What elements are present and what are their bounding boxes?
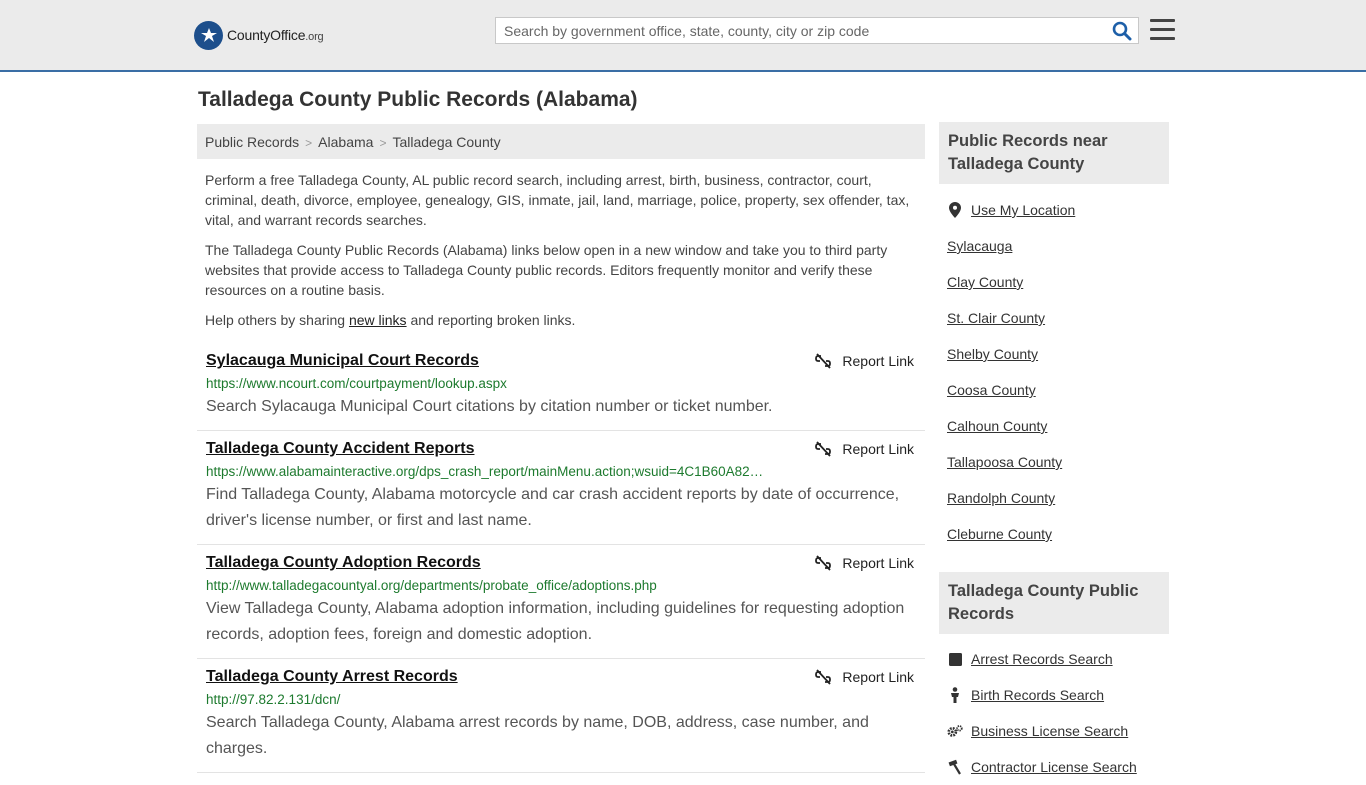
sidebar-item-nearby[interactable]: Coosa County: [947, 372, 1172, 408]
sidebar-item-birth[interactable]: Birth Records Search: [947, 677, 1172, 713]
breadcrumb: Public Records > Alabama > Talladega County: [197, 124, 925, 159]
breadcrumb-current: Talladega County: [392, 134, 501, 150]
sidebar-item-nearby[interactable]: Cleburne County: [947, 516, 1172, 552]
record-title-link[interactable]: Sylacauga Municipal Court Records: [206, 351, 917, 371]
sidebar-nearby-list: Use My Location Sylacauga Clay County St…: [947, 192, 1172, 552]
sidebar-item-nearby[interactable]: St. Clair County: [947, 300, 1172, 336]
record-description: View Talladega County, Alabama adoption …: [206, 600, 905, 643]
search-input[interactable]: [496, 18, 1104, 43]
records-list: Sylacauga Municipal Court Records https:…: [197, 343, 925, 773]
record-description: Search Sylacauga Municipal Court citatio…: [206, 398, 773, 415]
intro-paragraph: Perform a free Talladega County, AL publ…: [205, 172, 910, 228]
sidebar-item-nearby[interactable]: Sylacauga: [947, 228, 1172, 264]
record-item: Sylacauga Municipal Court Records https:…: [197, 343, 925, 431]
record-item: Talladega County Accident Reports https:…: [197, 431, 925, 545]
record-url: https://www.alabamainteractive.org/dps_c…: [206, 464, 764, 479]
record-url: https://www.ncourt.com/courtpayment/look…: [206, 376, 507, 391]
record-title-link[interactable]: Talladega County Adoption Records: [206, 553, 917, 573]
record-item: Talladega County Arrest Records http://9…: [197, 659, 925, 773]
top-header: CountyOffice.org: [0, 0, 1366, 72]
record-title-link[interactable]: Talladega County Accident Reports: [206, 439, 917, 459]
search-box: [495, 17, 1139, 44]
site-logo[interactable]: CountyOffice.org: [194, 20, 324, 50]
sidebar-county-list: Arrest Records Search Birth Records Sear…: [947, 641, 1172, 785]
person-icon: [947, 687, 963, 703]
report-link-button[interactable]: Report Link: [815, 441, 914, 457]
logo-text: CountyOffice.org: [227, 27, 324, 43]
record-description: Find Talladega County, Alabama motorcycl…: [206, 486, 900, 529]
breadcrumb-public-records[interactable]: Public Records: [205, 134, 299, 150]
map-pin-icon: [947, 202, 963, 218]
menu-button[interactable]: [1150, 19, 1175, 41]
report-link-button[interactable]: Report Link: [815, 555, 914, 571]
broken-link-icon: [815, 669, 832, 685]
sidebar-item-arrest[interactable]: Arrest Records Search: [947, 641, 1172, 677]
sidebar-county-heading: Talladega County Public Records: [939, 572, 1169, 634]
sidebar-item-nearby[interactable]: Tallapoosa County: [947, 444, 1172, 480]
share-paragraph: Help others by sharing new links and rep…: [205, 312, 576, 328]
record-item: Talladega County Adoption Records http:/…: [197, 545, 925, 659]
record-url: http://97.82.2.131/dcn/: [206, 692, 341, 707]
menu-icon: [1150, 19, 1175, 22]
report-link-button[interactable]: Report Link: [815, 669, 914, 685]
sidebar-item-contractor[interactable]: Contractor License Search: [947, 749, 1172, 785]
new-links-link[interactable]: new links: [349, 312, 407, 328]
use-location-item[interactable]: Use My Location: [947, 192, 1172, 228]
disclaimer-paragraph: The Talladega County Public Records (Ala…: [205, 242, 888, 298]
sidebar-item-nearby[interactable]: Shelby County: [947, 336, 1172, 372]
sidebar-item-business[interactable]: Business License Search: [947, 713, 1172, 749]
sidebar-item-nearby[interactable]: Randolph County: [947, 480, 1172, 516]
hammer-icon: [947, 759, 963, 775]
page-title: Talladega County Public Records (Alabama…: [198, 88, 638, 111]
report-link-button[interactable]: Report Link: [815, 353, 914, 369]
search-button[interactable]: [1112, 21, 1132, 41]
use-location-link[interactable]: Use My Location: [971, 202, 1075, 218]
broken-link-icon: [815, 555, 832, 571]
gears-icon: [947, 724, 963, 738]
logo-seal-icon: [194, 20, 223, 50]
sidebar-item-nearby[interactable]: Clay County: [947, 264, 1172, 300]
record-url: http://www.talladegacountyal.org/departm…: [206, 578, 657, 593]
record-description: Search Talladega County, Alabama arrest …: [206, 714, 869, 757]
broken-link-icon: [815, 353, 832, 369]
search-icon: [1112, 21, 1132, 41]
breadcrumb-alabama[interactable]: Alabama: [318, 134, 373, 150]
record-title-link[interactable]: Talladega County Arrest Records: [206, 667, 917, 687]
breadcrumb-separator: >: [379, 136, 387, 150]
breadcrumb-separator: >: [305, 136, 313, 150]
sidebar-nearby-heading: Public Records near Talladega County: [939, 122, 1169, 184]
sidebar-item-nearby[interactable]: Calhoun County: [947, 408, 1172, 444]
broken-link-icon: [815, 441, 832, 457]
square-icon: [947, 652, 963, 666]
